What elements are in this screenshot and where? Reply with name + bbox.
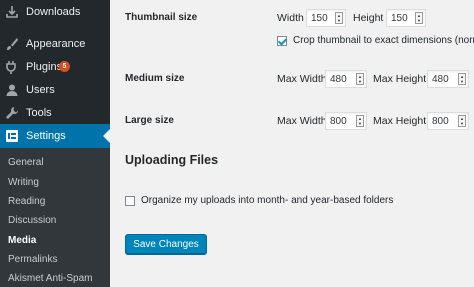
number-spinner[interactable]: ▲ ▼ (458, 115, 466, 127)
thumbnail-width-value: 150 (311, 12, 328, 24)
thumbnail-height-value: 150 (391, 12, 408, 24)
menu-label: Appearance (26, 38, 86, 50)
submenu-item-media[interactable]: Media (8, 235, 36, 246)
medium-size-label: Medium size (125, 73, 185, 84)
settings-submenu: General Writing Reading Discussion Media… (0, 148, 110, 287)
thumbnail-size-label: Thumbnail size (125, 12, 198, 23)
large-max-width-label: Max Width (277, 115, 327, 127)
number-spinner[interactable]: ▲ ▼ (415, 12, 423, 24)
update-count-badge: 5 (59, 61, 70, 72)
medium-max-width-input[interactable]: 480 ▲ ▼ (325, 70, 367, 88)
paintbrush-icon (5, 37, 19, 51)
menu-item-plugins[interactable]: Plugins 5 (0, 55, 110, 79)
menu-item-users[interactable]: Users (0, 78, 110, 102)
large-max-height-label: Max Height (373, 115, 427, 127)
thumbnail-height-label: Height (353, 12, 384, 24)
user-icon (5, 83, 19, 97)
organize-uploads-checkbox[interactable] (125, 196, 135, 206)
menu-item-settings[interactable]: Settings (0, 124, 110, 148)
medium-max-width-label: Max Width (277, 73, 327, 85)
submenu-item-reading[interactable]: Reading (8, 196, 45, 207)
submenu-item-writing[interactable]: Writing (8, 177, 39, 188)
thumbnail-width-label: Width (277, 12, 304, 24)
large-max-height-value: 800 (432, 115, 449, 127)
large-size-label: Large size (125, 115, 174, 126)
number-spinner[interactable]: ▲ ▼ (335, 12, 343, 24)
admin-sidebar: Downloads Appearance Plugins 5 Users Too… (0, 0, 110, 287)
number-spinner[interactable]: ▲ ▼ (458, 73, 466, 85)
submenu-item-permalinks[interactable]: Permalinks (8, 254, 57, 265)
crop-thumbnail-label: Crop thumbnail to exact dimensions (norm… (293, 35, 474, 46)
save-changes-button[interactable]: Save Changes (125, 234, 207, 254)
menu-label: Settings (26, 130, 66, 142)
organize-uploads-label: Organize my uploads into month- and year… (141, 195, 394, 206)
thumbnail-height-input[interactable]: 150 ▲ ▼ (386, 9, 426, 27)
thumbnail-width-input[interactable]: 150 ▲ ▼ (306, 9, 346, 27)
menu-item-downloads[interactable]: Downloads (0, 0, 110, 24)
large-max-width-input[interactable]: 800 ▲ ▼ (325, 112, 367, 130)
crop-thumbnail-checkbox[interactable] (277, 36, 287, 46)
menu-label: Tools (26, 107, 52, 119)
menu-item-appearance[interactable]: Appearance (0, 32, 110, 56)
submenu-item-discussion[interactable]: Discussion (8, 215, 56, 226)
medium-max-height-label: Max Height (373, 73, 427, 85)
menu-item-tools[interactable]: Tools (0, 101, 110, 125)
number-spinner[interactable]: ▲ ▼ (356, 115, 364, 127)
download-icon (5, 5, 19, 19)
submenu-item-general[interactable]: General (8, 157, 44, 168)
medium-max-width-value: 480 (330, 73, 347, 85)
large-max-height-input[interactable]: 800 ▲ ▼ (427, 112, 469, 130)
menu-label: Downloads (26, 6, 81, 18)
menu-label: Plugins (26, 61, 63, 73)
settings-icon (5, 129, 19, 143)
medium-max-height-input[interactable]: 480 ▲ ▼ (427, 70, 469, 88)
medium-max-height-value: 480 (432, 73, 449, 85)
uploading-files-heading: Uploading Files (125, 153, 219, 167)
menu-label: Users (26, 84, 55, 96)
plugin-icon (5, 60, 19, 74)
large-max-width-value: 800 (330, 115, 347, 127)
number-spinner[interactable]: ▲ ▼ (356, 73, 364, 85)
media-settings-main: Thumbnail size Width 150 ▲ ▼ Height 150 ▲… (110, 0, 474, 287)
wrench-icon (5, 106, 19, 120)
submenu-item-akismet[interactable]: Akismet Anti-Spam (8, 273, 92, 284)
